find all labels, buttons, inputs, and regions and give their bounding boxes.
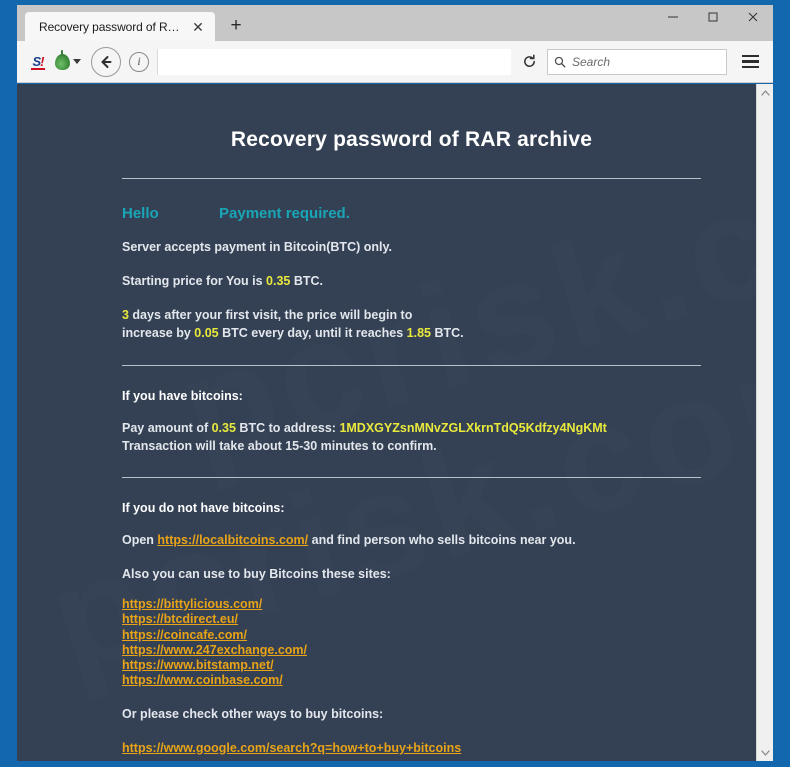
scroll-up-icon[interactable] xyxy=(757,84,773,101)
exchange-link[interactable]: https://coincafe.com/ xyxy=(122,628,247,642)
exchange-link[interactable]: https://www.coinbase.com/ xyxy=(122,673,283,687)
greeting-hello: Hello xyxy=(122,205,159,222)
si-logo-mark: ! xyxy=(40,54,44,69)
browser-tab-active[interactable]: Recovery password of RAR ar... ✕ xyxy=(25,12,215,41)
greeting-row: Hello Payment required. xyxy=(122,205,701,222)
exchange-link[interactable]: https://www.bitstamp.net/ xyxy=(122,658,274,672)
escalation-line1: days after your first visit, the price w… xyxy=(128,308,413,323)
localbitcoins-link[interactable]: https://localbitcoins.com/ xyxy=(157,533,308,547)
search-placeholder: Search xyxy=(572,54,611,69)
no-bitcoins-heading: If you do not have bitcoins: xyxy=(122,500,285,515)
starting-price-suffix: BTC. xyxy=(290,274,323,289)
window-controls xyxy=(653,5,773,41)
minimize-button[interactable] xyxy=(653,5,693,29)
escalation-days: 3 xyxy=(122,308,129,323)
onion-glyph xyxy=(55,49,70,70)
search-icon xyxy=(554,56,566,67)
list-item: https://www.bitstamp.net/ xyxy=(122,658,701,673)
escalation-max: 1.85 xyxy=(406,326,431,341)
accepts-line: Server accepts payment in Bitcoin(BTC) o… xyxy=(122,238,701,256)
have-bitcoins-heading: If you have bitcoins: xyxy=(122,388,243,403)
tab-strip: Recovery password of RAR ar... ✕ + xyxy=(17,5,653,41)
tab-title: Recovery password of RAR ar... xyxy=(39,19,183,34)
list-item: https://www.247exchange.com/ xyxy=(122,643,701,658)
also-sites-line: Also you can use to buy Bitcoins these s… xyxy=(122,566,391,581)
close-window-button[interactable] xyxy=(733,5,773,29)
bitcoin-address[interactable]: 1MDXGYZsnMNvZGLXkrnTdQ5Kdfzy4NgKMt xyxy=(339,421,606,435)
escalation-line2-mid: BTC every day, until it reaches xyxy=(218,326,407,341)
accepts-text: Server accepts payment in Bitcoin(BTC) o… xyxy=(122,240,392,254)
menu-icon[interactable] xyxy=(735,47,765,77)
browser-window-screenshot: Recovery password of RAR ar... ✕ + S! xyxy=(0,0,790,767)
list-item: https://bittylicious.com/ xyxy=(122,597,701,612)
pay-amount: 0.35 xyxy=(211,420,236,435)
google-search-line: https://www.google.com/search?q=how+to+b… xyxy=(122,739,701,757)
escalation-line: 3 days after your first visit, the price… xyxy=(122,306,701,342)
open-prefix: Open xyxy=(122,532,158,547)
escalation-line2-suffix: BTC. xyxy=(430,326,464,341)
chevron-down-icon xyxy=(73,59,81,64)
new-tab-icon[interactable]: + xyxy=(223,13,249,39)
close-tab-icon[interactable]: ✕ xyxy=(189,18,207,36)
escalation-line2-prefix: increase by xyxy=(122,326,195,341)
greeting-status: Payment required. xyxy=(219,205,350,222)
navigation-toolbar: S! i Search xyxy=(17,41,773,83)
confirm-note: Transaction will take about 15-30 minute… xyxy=(122,438,437,453)
exchange-link-list: https://bittylicious.com/ https://btcdir… xyxy=(122,597,701,689)
si-logo-letter: S xyxy=(32,54,41,69)
google-search-link[interactable]: https://www.google.com/search?q=how+to+b… xyxy=(122,741,461,755)
open-suffix: and find person who sells bitcoins near … xyxy=(308,532,576,547)
other-ways-line: Or please check other ways to buy bitcoi… xyxy=(122,706,384,721)
site-info-icon[interactable]: i xyxy=(129,51,149,72)
vertical-scrollbar[interactable] xyxy=(756,84,773,761)
tor-onion-icon[interactable] xyxy=(55,49,81,75)
divider-top xyxy=(122,178,701,179)
startpage-logo-icon[interactable]: S! xyxy=(25,49,51,75)
search-input[interactable]: Search xyxy=(547,48,727,75)
localbitcoins-line: Open https://localbitcoins.com/ and find… xyxy=(122,531,701,549)
ransom-note-page: Recovery password of RAR archive Hello P… xyxy=(17,84,756,761)
escalation-increment: 0.05 xyxy=(194,326,219,341)
back-button[interactable] xyxy=(91,46,121,77)
pay-mid: BTC to address: xyxy=(235,420,340,435)
page-title: Recovery password of RAR archive xyxy=(230,128,593,151)
pay-prefix: Pay amount of xyxy=(122,420,212,435)
maximize-button[interactable] xyxy=(693,5,733,29)
list-item: https://coincafe.com/ xyxy=(122,628,701,643)
reload-icon[interactable] xyxy=(515,49,543,75)
title-bar: Recovery password of RAR ar... ✕ + xyxy=(17,5,773,41)
exchange-link[interactable]: https://www.247exchange.com/ xyxy=(122,643,307,657)
list-item: https://www.coinbase.com/ xyxy=(122,673,701,688)
pay-address-line: Pay amount of 0.35 BTC to address: 1MDXG… xyxy=(122,419,701,455)
starting-price-value: 0.35 xyxy=(266,274,291,289)
address-bar[interactable] xyxy=(157,48,511,75)
page-viewport: pcrisk.com pcrisk.com Recovery password … xyxy=(17,84,773,761)
starting-price-line: Starting price for You is 0.35 BTC. xyxy=(122,272,701,290)
scroll-down-icon[interactable] xyxy=(757,744,773,761)
list-item: https://btcdirect.eu/ xyxy=(122,612,701,627)
exchange-link[interactable]: https://btcdirect.eu/ xyxy=(122,612,238,626)
starting-price-prefix: Starting price for You is xyxy=(122,274,267,289)
exchange-link[interactable]: https://bittylicious.com/ xyxy=(122,597,262,611)
